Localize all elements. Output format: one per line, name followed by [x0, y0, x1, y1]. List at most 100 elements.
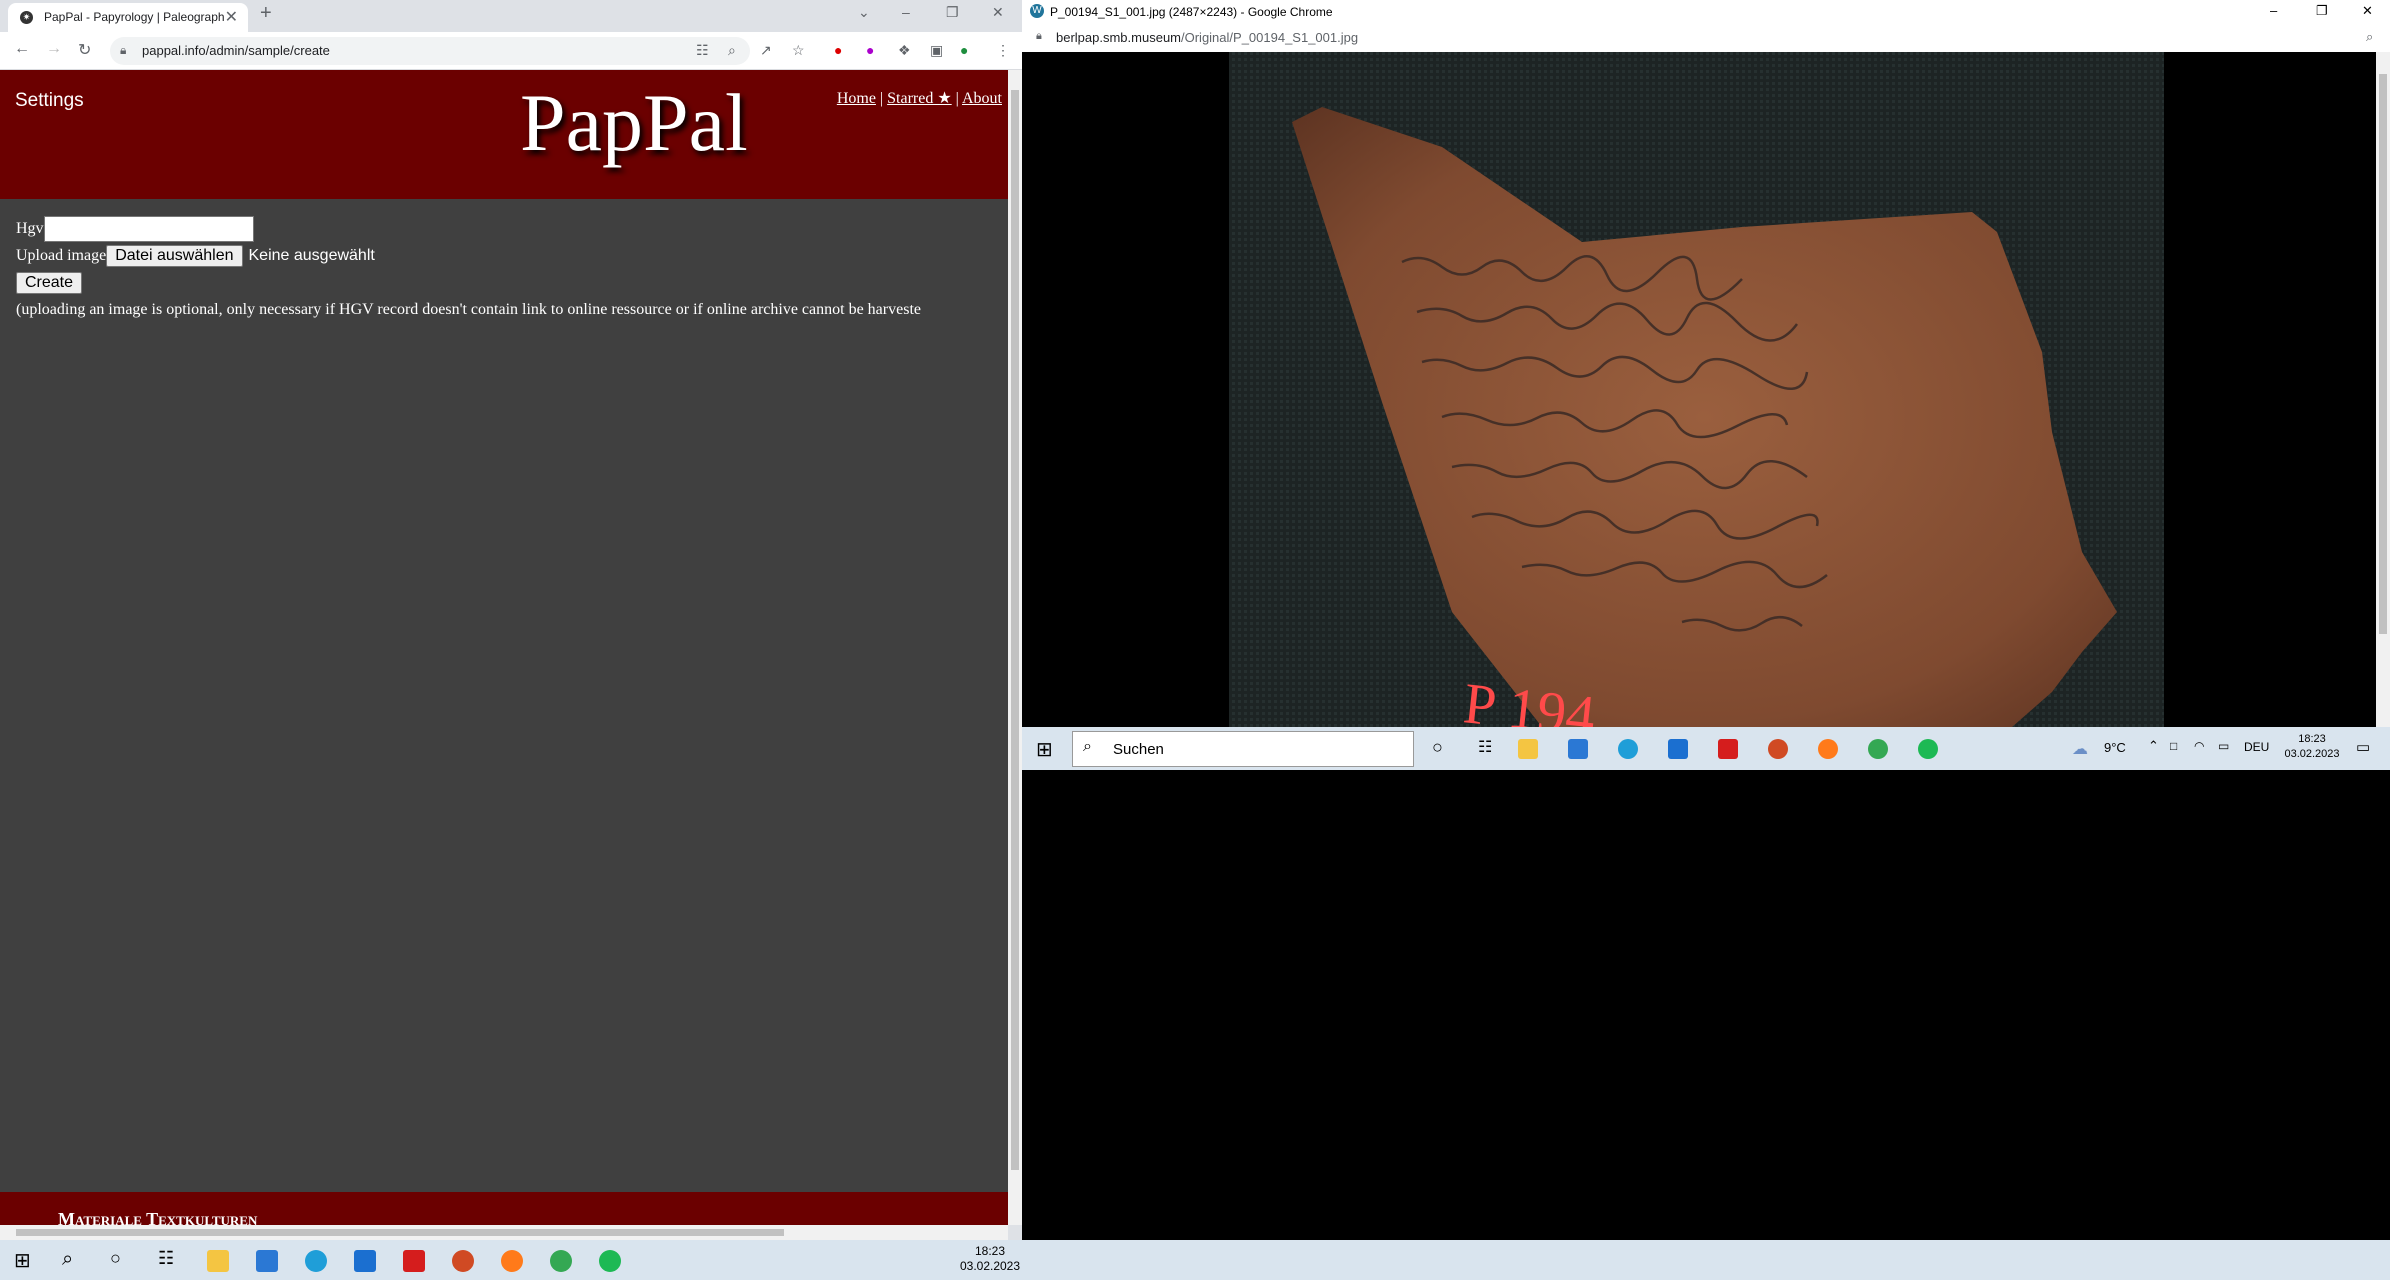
notification-icon[interactable]: ▭ [2356, 738, 2370, 756]
hgv-label: Hgv [16, 219, 44, 237]
back-icon[interactable]: ← [14, 40, 30, 58]
inner-search-placeholder: Suchen [1113, 741, 1164, 758]
scrollbar-thumb[interactable] [1011, 90, 1019, 1170]
home-link[interactable]: Home [837, 90, 876, 107]
inner-clock[interactable]: 18:23 03.02.2023 [2272, 732, 2352, 762]
mail-icon[interactable] [1668, 739, 1688, 759]
create-button[interactable]: Create [16, 271, 83, 294]
wordpress-icon: W [1030, 4, 1044, 18]
inner-search-box[interactable]: ⌕ Suchen [1072, 731, 1414, 767]
task-view-icon[interactable]: ☷ [158, 1248, 174, 1269]
url-text: pappal.info/admin/sample/create [142, 43, 330, 58]
spotify-icon[interactable] [1918, 739, 1938, 759]
firefox-icon[interactable] [501, 1250, 523, 1272]
powerpoint-icon[interactable] [452, 1250, 474, 1272]
create-row: Create [16, 269, 921, 296]
extension-red-icon[interactable]: ● [834, 42, 842, 58]
weather-temp: 9°C [2104, 740, 2126, 755]
new-tab-icon[interactable]: + [260, 2, 272, 25]
file-explorer-icon[interactable] [207, 1250, 229, 1272]
settings-link[interactable]: Settings [15, 90, 84, 112]
forward-icon[interactable]: → [46, 40, 62, 58]
popup-vertical-scrollbar[interactable] [2376, 52, 2390, 727]
bookmark-star-icon[interactable]: ☆ [792, 42, 805, 59]
cortana-icon[interactable]: ○ [1432, 737, 1443, 758]
profile-avatar-icon[interactable]: ● [960, 42, 968, 58]
search-icon[interactable]: ⌕ [62, 1248, 73, 1271]
url-host: berlpap.smb.museum [1056, 30, 1181, 45]
mail-icon[interactable] [354, 1250, 376, 1272]
file-choose-button[interactable]: Datei auswählen [106, 244, 243, 267]
tab-title: PapPal - Papyrology | Paleograph [44, 10, 224, 24]
language-indicator[interactable]: DEU [2244, 740, 2269, 754]
powerpoint-icon[interactable] [1768, 739, 1788, 759]
tab-search-icon[interactable]: ⌄ [858, 4, 870, 21]
main-date: 03.02.2023 [959, 1259, 1021, 1273]
windows-start-icon[interactable]: ⊞ [14, 1248, 31, 1273]
upload-row: Upload image Datei auswählen Keine ausge… [16, 242, 921, 269]
chrome-icon[interactable] [1868, 739, 1888, 759]
minimize-icon[interactable]: – [902, 4, 910, 20]
nav-separator: | [955, 90, 959, 107]
inner-date: 03.02.2023 [2284, 748, 2340, 760]
close-window-icon[interactable]: ✕ [992, 4, 1004, 21]
lock-icon: 🔒︎ [1036, 30, 1042, 42]
edge-icon[interactable] [1618, 739, 1638, 759]
tab-pappal[interactable]: ✷ PapPal - Papyrology | Paleograph ✕ [8, 3, 248, 32]
tray-chevron-icon[interactable]: ⌃ [2148, 738, 2159, 754]
edge-icon[interactable] [305, 1250, 327, 1272]
file-status-text: Keine ausgewählt [248, 246, 375, 264]
acrobat-icon[interactable] [403, 1250, 425, 1272]
zoom-icon[interactable]: ⌕ [2366, 29, 2373, 45]
task-view-icon[interactable]: ☷ [1478, 737, 1492, 757]
pappal-logo[interactable]: PapPal [520, 76, 748, 170]
horizontal-scrollbar[interactable] [0, 1225, 1008, 1240]
close-window-icon[interactable]: ✕ [2362, 3, 2373, 19]
network-icon[interactable]: □ [2170, 739, 2177, 753]
file-explorer-icon[interactable] [1518, 739, 1538, 759]
share-icon[interactable]: ↗ [760, 42, 772, 59]
close-tab-icon[interactable]: ✕ [225, 7, 238, 27]
firefox-icon[interactable] [1818, 739, 1838, 759]
extensions-puzzle-icon[interactable]: ❖ [898, 42, 911, 59]
cortana-icon[interactable]: ○ [110, 1248, 121, 1269]
zoom-icon[interactable]: ⌕ [728, 42, 736, 59]
minimize-icon[interactable]: – [2270, 3, 2277, 18]
popup-address-bar[interactable]: 🔒︎ berlpap.smb.museum/Original/P_00194_S… [1022, 24, 2390, 52]
hgv-input[interactable] [43, 215, 254, 242]
side-panel-icon[interactable]: ▣ [930, 42, 943, 59]
extension-purple-icon[interactable]: ● [866, 42, 874, 58]
starred-link[interactable]: Starred ★ [887, 90, 952, 107]
reload-icon[interactable]: ↻ [78, 40, 91, 60]
url-input[interactable]: 🔒︎ pappal.info/admin/sample/create [110, 37, 750, 65]
upload-label: Upload image [16, 246, 107, 264]
popup-title: P_00194_S1_001.jpg (2487×2243) - Google … [1050, 5, 1333, 19]
spotify-icon[interactable] [599, 1250, 621, 1272]
create-sample-form: Hgv Upload image Datei auswählen Keine a… [16, 215, 921, 323]
windows-start-icon[interactable]: ⊞ [1036, 737, 1053, 762]
page-content: Settings PapPal Home | Starred ★ | About… [0, 70, 1008, 1225]
store-icon[interactable] [1568, 739, 1588, 759]
about-link[interactable]: About [962, 90, 1002, 107]
translate-icon[interactable]: ☷ [696, 42, 709, 59]
search-icon: ⌕ [1083, 738, 1092, 755]
hgv-row: Hgv [16, 215, 921, 242]
restore-icon[interactable]: ❐ [2316, 3, 2328, 19]
main-time: 18:23 [974, 1244, 1006, 1258]
url-path: /Original/P_00194_S1_001.jpg [1181, 30, 1359, 45]
chrome-icon[interactable] [550, 1250, 572, 1272]
weather-icon[interactable]: ☁ [2072, 739, 2088, 759]
left-browser-window: ✷ PapPal - Papyrology | Paleograph ✕ + ⌄… [0, 0, 1022, 1240]
main-clock[interactable]: 18:23 03.02.2023 [950, 1244, 1030, 1274]
battery-icon[interactable]: ▭ [2218, 739, 2229, 753]
scrollbar-thumb[interactable] [2379, 74, 2387, 634]
acrobat-icon[interactable] [1718, 739, 1738, 759]
wifi-icon[interactable]: ◠ [2194, 739, 2204, 753]
restore-icon[interactable]: ❐ [946, 4, 959, 21]
store-icon[interactable] [256, 1250, 278, 1272]
vertical-scrollbar[interactable] [1008, 70, 1022, 1225]
menu-dots-icon[interactable]: ⋮ [996, 42, 1010, 59]
scrollbar-thumb[interactable] [16, 1229, 784, 1236]
address-bar-row: ← → ↻ 🔒︎ pappal.info/admin/sample/create… [0, 32, 1022, 70]
upload-note: (uploading an image is optional, only ne… [16, 300, 921, 318]
